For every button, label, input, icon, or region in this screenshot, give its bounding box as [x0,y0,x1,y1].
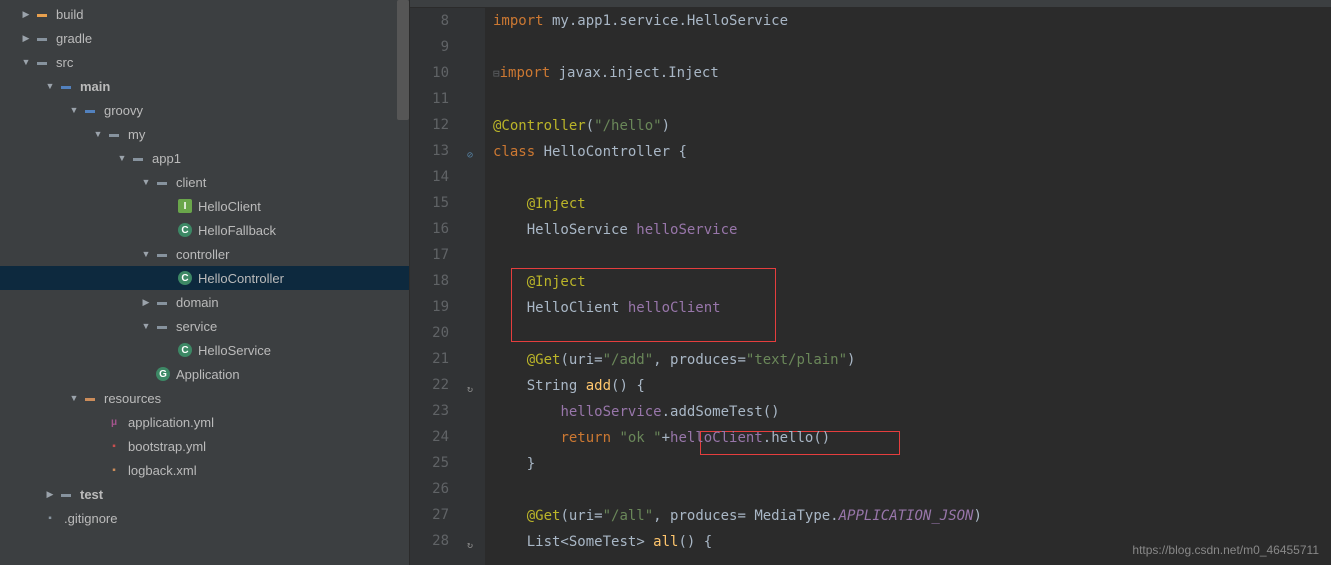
override-icon: ↻ [467,377,481,391]
tree-item-app1[interactable]: ▼ ▬ app1 [0,146,409,170]
tree-item-gitignore[interactable]: ▪ .gitignore [0,506,409,530]
tree-item-src[interactable]: ▼ ▬ src [0,50,409,74]
tree-label: HelloService [198,343,271,358]
editor-area: 8 9 10 11 12 13 14 15 16 17 18 19 20 21 … [410,0,1331,565]
folder-icon: ▬ [58,78,74,94]
resources-folder-icon: ▬ [82,390,98,406]
project-tree-panel[interactable]: ▶ ▬ build ▶ ▬ gradle ▼ ▬ src ▼ ▬ main ▼ [0,0,410,565]
chevron-down-icon: ▼ [66,105,82,115]
package-icon: ▬ [154,318,170,334]
chevron-right-icon: ▶ [18,33,34,44]
class-icon: C [178,271,192,285]
breakpoint-icon: ⊘ [467,143,481,157]
tree-label: logback.xml [128,463,197,478]
tree-item-domain[interactable]: ▶ ▬ domain [0,290,409,314]
file-icon: ▪ [42,510,58,526]
sidebar-scrollbar[interactable] [397,0,409,120]
tree-label: gradle [56,31,92,46]
chevron-down-icon: ▼ [138,249,154,259]
tree-item-hellofallback[interactable]: C HelloFallback [0,218,409,242]
tree-item-helloclient[interactable]: I HelloClient [0,194,409,218]
chevron-down-icon: ▼ [138,177,154,187]
tree-item-applicationyml[interactable]: μ application.yml [0,410,409,434]
chevron-right-icon: ▶ [18,9,34,20]
yml-icon: ▪ [106,438,122,454]
chevron-down-icon: ▼ [18,57,34,67]
tree-label: test [80,487,103,502]
tree-label: app1 [152,151,181,166]
tabs-bar[interactable] [410,0,1331,8]
tree-item-logbackxml[interactable]: ▪ logback.xml [0,458,409,482]
chevron-down-icon: ▼ [42,81,58,91]
tree-label: HelloController [198,271,284,286]
tree-label: application.yml [128,415,214,430]
package-icon: ▬ [106,126,122,142]
tree-item-groovy[interactable]: ▼ ▬ groovy [0,98,409,122]
tree-item-main[interactable]: ▼ ▬ main [0,74,409,98]
tree-item-gradle[interactable]: ▶ ▬ gradle [0,26,409,50]
tree-label: resources [104,391,161,406]
tree-label: domain [176,295,219,310]
class-icon: C [178,223,192,237]
tree-label: HelloFallback [198,223,276,238]
tree-label: bootstrap.yml [128,439,206,454]
tree-item-service[interactable]: ▼ ▬ service [0,314,409,338]
tree-item-build[interactable]: ▶ ▬ build [0,2,409,26]
tree-label: HelloClient [198,199,261,214]
package-icon: ▬ [154,246,170,262]
chevron-down-icon: ▼ [114,153,130,163]
tree-item-test[interactable]: ▶ ▬ test [0,482,409,506]
tree-label: .gitignore [64,511,117,526]
chevron-down-icon: ▼ [66,393,82,403]
tree-item-hellocontroller[interactable]: C HelloController [0,266,409,290]
xml-icon: ▪ [106,462,122,478]
tree-label: Application [176,367,240,382]
chevron-right-icon: ▶ [42,489,58,500]
tree-label: client [176,175,206,190]
folder-icon: ▬ [58,486,74,502]
folder-icon: ▬ [34,6,50,22]
watermark-text: https://blog.csdn.net/m0_46455711 [1132,543,1319,557]
folder-icon: ▬ [34,30,50,46]
chevron-down-icon: ▼ [90,129,106,139]
tree-item-bootstrapyml[interactable]: ▪ bootstrap.yml [0,434,409,458]
tree-label: groovy [104,103,143,118]
interface-icon: I [178,199,192,213]
chevron-right-icon: ▶ [138,297,154,308]
tree-item-my[interactable]: ▼ ▬ my [0,122,409,146]
groovy-icon: G [156,367,170,381]
code-content[interactable]: import my.app1.service.HelloService ⊟imp… [485,8,1331,565]
folder-icon: ▬ [34,54,50,70]
yml-icon: μ [106,414,122,430]
tree-item-application[interactable]: G Application [0,362,409,386]
class-icon: C [178,343,192,357]
package-icon: ▬ [130,150,146,166]
package-icon: ▬ [154,174,170,190]
tree-label: src [56,55,73,70]
tree-item-resources[interactable]: ▼ ▬ resources [0,386,409,410]
tree-label: service [176,319,217,334]
tree-item-helloservice[interactable]: C HelloService [0,338,409,362]
tree-item-client[interactable]: ▼ ▬ client [0,170,409,194]
tree-item-controller[interactable]: ▼ ▬ controller [0,242,409,266]
package-icon: ▬ [154,294,170,310]
gutter-marks: ⊘ ↻ ↻ [465,8,485,565]
tree-label: build [56,7,83,22]
override-icon: ↻ [467,533,481,547]
folder-icon: ▬ [82,102,98,118]
tree-label: controller [176,247,229,262]
code-editor[interactable]: 8 9 10 11 12 13 14 15 16 17 18 19 20 21 … [410,8,1331,565]
line-numbers-gutter: 8 9 10 11 12 13 14 15 16 17 18 19 20 21 … [410,8,465,565]
tree-label: my [128,127,145,142]
chevron-down-icon: ▼ [138,321,154,331]
tree-label: main [80,79,110,94]
